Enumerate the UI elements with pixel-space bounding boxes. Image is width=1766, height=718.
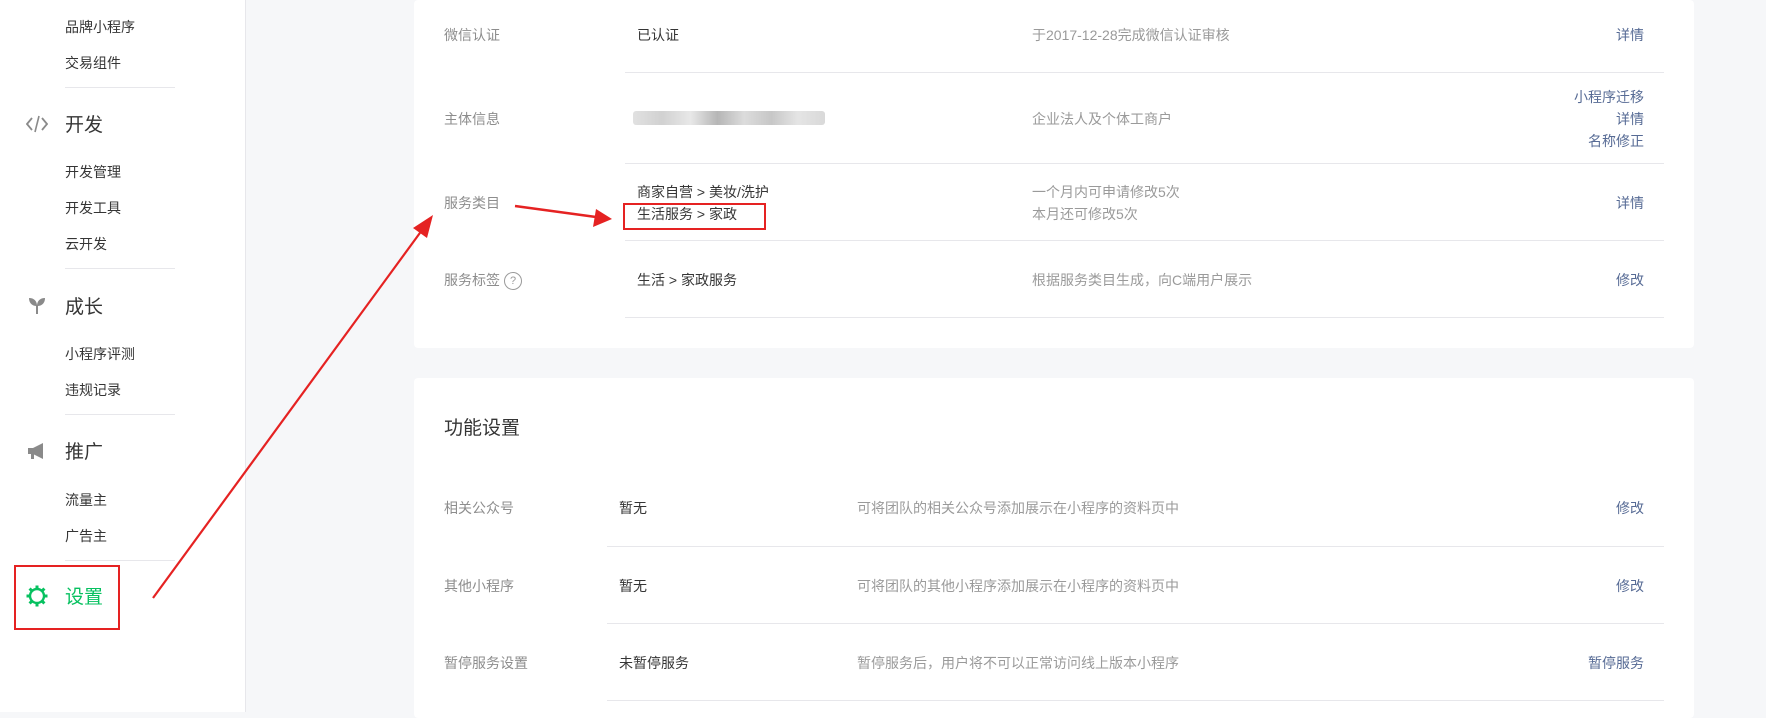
entity-info-redacted bbox=[633, 111, 825, 125]
verification-desc: 于2017-12-28完成微信认证审核 bbox=[1032, 27, 1230, 43]
sidebar-group-promo[interactable]: 推广 bbox=[25, 437, 103, 464]
sidebar-group-label: 推广 bbox=[65, 442, 104, 463]
sidebar-item-cloud-dev[interactable]: 云开发 bbox=[65, 234, 107, 254]
sidebar-item-trade-component[interactable]: 交易组件 bbox=[65, 53, 121, 73]
service-tag-value: 生活 > 家政服务 bbox=[637, 272, 737, 288]
row-divider bbox=[607, 546, 1664, 547]
sidebar-group-label: 成长 bbox=[65, 297, 104, 318]
sidebar-divider bbox=[65, 560, 175, 561]
sidebar-divider bbox=[65, 414, 175, 415]
category-quota-desc: 一个月内可申请修改5次 bbox=[1032, 184, 1180, 200]
sidebar-divider bbox=[65, 87, 175, 88]
row-divider bbox=[625, 317, 1664, 318]
related-account-edit-link[interactable]: 修改 bbox=[1616, 498, 1644, 518]
other-miniprogram-edit-link[interactable]: 修改 bbox=[1616, 576, 1644, 596]
row-label: 其他小程序 bbox=[444, 578, 514, 594]
feature-settings-card: 功能设置 相关公众号 暂无 可将团队的相关公众号添加展示在小程序的资料页中 修改… bbox=[414, 378, 1694, 718]
sidebar-divider bbox=[65, 268, 175, 269]
service-category-1: 商家自营 > 美妆/洗护 bbox=[637, 184, 769, 200]
service-tags-label: 服务标签? bbox=[444, 270, 522, 291]
service-tag-edit-link[interactable]: 修改 bbox=[1616, 270, 1644, 290]
help-icon[interactable]: ? bbox=[504, 272, 522, 291]
pause-service-value: 未暂停服务 bbox=[619, 655, 689, 671]
verification-status: 已认证 bbox=[637, 27, 679, 43]
sidebar-item-brand-miniprogram[interactable]: 品牌小程序 bbox=[65, 17, 135, 37]
row-divider bbox=[625, 72, 1664, 73]
sidebar-group-dev[interactable]: 开发 bbox=[25, 110, 103, 137]
row-divider bbox=[607, 700, 1664, 701]
sidebar-item-publisher[interactable]: 流量主 bbox=[65, 490, 107, 510]
pause-service-link[interactable]: 暂停服务 bbox=[1588, 653, 1644, 673]
section-title: 功能设置 bbox=[444, 418, 521, 439]
row-label: 暂停服务设置 bbox=[444, 655, 528, 671]
miniprogram-migrate-link[interactable]: 小程序迁移 bbox=[1574, 87, 1644, 107]
category-details-link[interactable]: 详情 bbox=[1616, 193, 1644, 213]
related-account-value: 暂无 bbox=[619, 500, 647, 516]
sprout-icon bbox=[25, 294, 49, 318]
row-label: 主体信息 bbox=[444, 111, 500, 127]
related-account-desc: 可将团队的相关公众号添加展示在小程序的资料页中 bbox=[857, 500, 1179, 516]
sidebar-item-dev-manage[interactable]: 开发管理 bbox=[65, 162, 121, 182]
category-remaining-desc: 本月还可修改5次 bbox=[1032, 206, 1138, 222]
other-miniprogram-value: 暂无 bbox=[619, 578, 647, 594]
row-label: 相关公众号 bbox=[444, 500, 514, 516]
row-label: 微信认证 bbox=[444, 27, 500, 43]
annotation-box-settings bbox=[14, 565, 120, 630]
sidebar-item-violations[interactable]: 违规记录 bbox=[65, 380, 121, 400]
verification-details-link[interactable]: 详情 bbox=[1616, 25, 1644, 45]
sidebar-group-label: 开发 bbox=[65, 115, 104, 136]
entity-desc: 企业法人及个体工商户 bbox=[1032, 111, 1172, 127]
row-divider bbox=[625, 240, 1664, 241]
row-divider bbox=[607, 623, 1664, 624]
row-divider bbox=[625, 163, 1664, 164]
annotation-box-category bbox=[623, 203, 766, 230]
other-miniprogram-desc: 可将团队的其他小程序添加展示在小程序的资料页中 bbox=[857, 578, 1179, 594]
service-tag-desc: 根据服务类目生成，向C端用户展示 bbox=[1032, 272, 1253, 288]
entity-details-link[interactable]: 详情 bbox=[1616, 109, 1644, 129]
sidebar-item-review[interactable]: 小程序评测 bbox=[65, 344, 135, 364]
pause-service-desc: 暂停服务后，用户将不可以正常访问线上版本小程序 bbox=[857, 655, 1179, 671]
row-label: 服务类目 bbox=[444, 195, 500, 211]
sidebar-item-advertiser[interactable]: 广告主 bbox=[65, 526, 107, 546]
sidebar-group-growth[interactable]: 成长 bbox=[25, 292, 103, 319]
basic-info-card: 微信认证 已认证 于2017-12-28完成微信认证审核 详情 主体信息 企业法… bbox=[414, 0, 1694, 348]
megaphone-icon bbox=[25, 439, 49, 463]
name-correction-link[interactable]: 名称修正 bbox=[1588, 131, 1644, 151]
row-label: 服务标签 bbox=[444, 272, 500, 288]
code-icon bbox=[25, 112, 49, 136]
sidebar-item-dev-tools[interactable]: 开发工具 bbox=[65, 198, 121, 218]
